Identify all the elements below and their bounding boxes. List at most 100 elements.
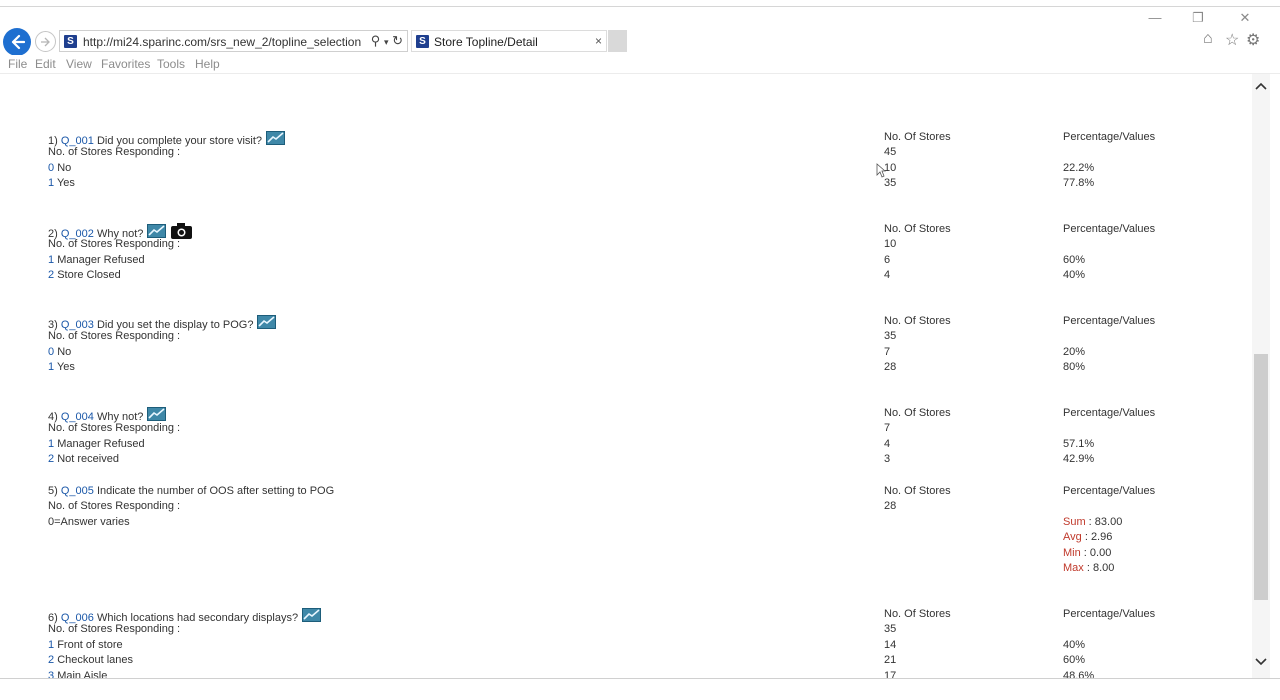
answer-store-count: 28 xyxy=(884,361,897,374)
restore-window-button[interactable]: ❐ xyxy=(1188,10,1208,26)
stores-responding-label: No. of Stores Responding : xyxy=(48,238,181,251)
tab-title: Store Topline/Detail xyxy=(434,35,538,49)
search-icon[interactable]: ⚲ xyxy=(371,33,381,48)
stores-responding-count: 28 xyxy=(884,500,897,513)
camera-icon[interactable] xyxy=(171,223,193,239)
question-code-link[interactable]: Q_001 xyxy=(61,135,94,147)
answer-label: Manager Refused xyxy=(57,253,145,266)
values-column-header: Percentage/Values xyxy=(1063,223,1156,235)
answer-label: Store Closed xyxy=(57,269,121,282)
tab-favicon-icon: S xyxy=(416,35,429,48)
menu-favorites[interactable]: Favorites xyxy=(101,57,150,71)
question-number: 1) xyxy=(48,135,58,147)
scroll-up-icon[interactable] xyxy=(1252,78,1270,94)
scrollbar-thumb[interactable] xyxy=(1254,354,1268,600)
menu-tools[interactable]: Tools xyxy=(157,57,185,71)
url-text[interactable]: http://mi24.sparinc.com/srs_new_2/toplin… xyxy=(83,35,361,49)
favorites-star-icon[interactable]: ☆ xyxy=(1225,30,1239,50)
answer-store-count: 7 xyxy=(884,345,891,358)
stat-label: Avg xyxy=(1063,531,1082,544)
chart-icon[interactable] xyxy=(266,131,286,145)
stat-value: 0.00 xyxy=(1089,546,1112,559)
new-tab-button[interactable] xyxy=(608,30,627,52)
question-number: 6) xyxy=(48,612,58,624)
question-text: Indicate the number of OOS after setting… xyxy=(96,485,335,497)
question-code-link[interactable]: Q_003 xyxy=(61,319,94,331)
answer-label: Not received xyxy=(57,453,119,466)
minimize-window-button[interactable]: — xyxy=(1145,10,1165,26)
question-code-link[interactable]: Q_006 xyxy=(61,612,94,624)
answer-option: 1 Manager Refused xyxy=(48,438,145,450)
question-text: Which locations had secondary displays? xyxy=(96,612,299,624)
chart-icon[interactable] xyxy=(147,407,167,421)
menu-help[interactable]: Help xyxy=(195,57,220,71)
menu-file[interactable]: File xyxy=(8,57,27,71)
answer-code: 3 xyxy=(48,669,55,682)
tab-store-topline[interactable]: S Store Topline/Detail × xyxy=(411,30,607,52)
vertical-scrollbar[interactable] xyxy=(1252,74,1270,678)
answer-option: 1 Yes xyxy=(48,361,75,373)
settings-gear-icon[interactable]: ⚙ xyxy=(1246,30,1260,50)
refresh-icon[interactable]: ↻ xyxy=(392,33,403,48)
answer-percentage: 60% xyxy=(1063,253,1086,266)
answer-label: Main Aisle xyxy=(57,669,108,682)
stores-column-header: No. Of Stores xyxy=(884,131,951,143)
answer-code: 0 xyxy=(48,161,55,174)
answer-code: 2 xyxy=(48,654,55,667)
numeric-stat: Min : 0.00 xyxy=(1063,546,1112,559)
answer-label: No xyxy=(57,161,72,174)
chart-icon[interactable] xyxy=(147,224,167,238)
question-text: Did you complete your store visit? xyxy=(96,135,263,147)
chart-icon[interactable] xyxy=(302,608,322,622)
forward-button[interactable] xyxy=(35,31,56,52)
answer-code: 1 xyxy=(48,437,55,450)
stores-responding-count: 7 xyxy=(884,422,891,435)
answer-store-count: 21 xyxy=(884,654,897,667)
answer-percentage: 77.8% xyxy=(1063,177,1095,190)
answer-percentage: 80% xyxy=(1063,361,1086,374)
question-code-link[interactable]: Q_004 xyxy=(61,411,94,423)
values-column-header: Percentage/Values xyxy=(1063,131,1156,143)
answer-option: 3 Main Aisle xyxy=(48,670,107,682)
stores-responding-count: 35 xyxy=(884,330,897,343)
stores-responding-label: No. of Stores Responding : xyxy=(48,146,181,159)
answer-code: 1 xyxy=(48,361,55,374)
back-button[interactable] xyxy=(3,28,31,56)
dropdown-arrow-icon[interactable]: ▾ xyxy=(384,37,389,47)
chart-icon[interactable] xyxy=(257,315,277,329)
answer-code: 1 xyxy=(48,177,55,190)
answer-label: Manager Refused xyxy=(57,437,145,450)
answer-option: 0 No xyxy=(48,346,71,358)
question-code-link[interactable]: Q_005 xyxy=(61,485,94,497)
browser-titlebar: — ❐ ✕ S http://mi24.sparinc.com/srs_new_… xyxy=(0,0,1280,56)
stat-value: 83.00 xyxy=(1094,515,1123,528)
forward-arrow-icon xyxy=(41,37,50,47)
stores-responding-label: No. of Stores Responding : xyxy=(48,623,181,636)
stores-responding-count: 45 xyxy=(884,146,897,159)
answer-code: 2 xyxy=(48,269,55,282)
address-bar[interactable]: S http://mi24.sparinc.com/srs_new_2/topl… xyxy=(59,30,408,52)
answer-option: 2 Not received xyxy=(48,453,119,465)
menu-view[interactable]: View xyxy=(66,57,92,71)
stores-column-header: No. Of Stores xyxy=(884,407,951,419)
close-window-button[interactable]: ✕ xyxy=(1235,10,1255,26)
stores-responding-label: No. of Stores Responding : xyxy=(48,330,181,343)
values-column-header: Percentage/Values xyxy=(1063,315,1156,327)
scroll-down-icon[interactable] xyxy=(1252,654,1270,670)
close-tab-icon[interactable]: × xyxy=(595,34,602,48)
answer-store-count: 17 xyxy=(884,669,897,682)
question-text: Did you set the display to POG? xyxy=(96,319,254,331)
question-heading: 5) Q_005 Indicate the number of OOS afte… xyxy=(48,485,334,497)
answer-option: 1 Manager Refused xyxy=(48,254,145,266)
answer-option: 1 Front of store xyxy=(48,639,123,651)
question-number: 5) xyxy=(48,485,58,497)
answer-label: Front of store xyxy=(57,638,123,651)
back-arrow-icon xyxy=(11,34,25,50)
home-icon[interactable]: ⌂ xyxy=(1203,30,1213,48)
answer-code: 2 xyxy=(48,453,55,466)
menu-edit[interactable]: Edit xyxy=(35,57,56,71)
answer-option: 1 Yes xyxy=(48,177,75,189)
answer-option: 2 Store Closed xyxy=(48,269,121,281)
answer-percentage: 22.2% xyxy=(1063,161,1095,174)
answer-code: 1 xyxy=(48,638,55,651)
